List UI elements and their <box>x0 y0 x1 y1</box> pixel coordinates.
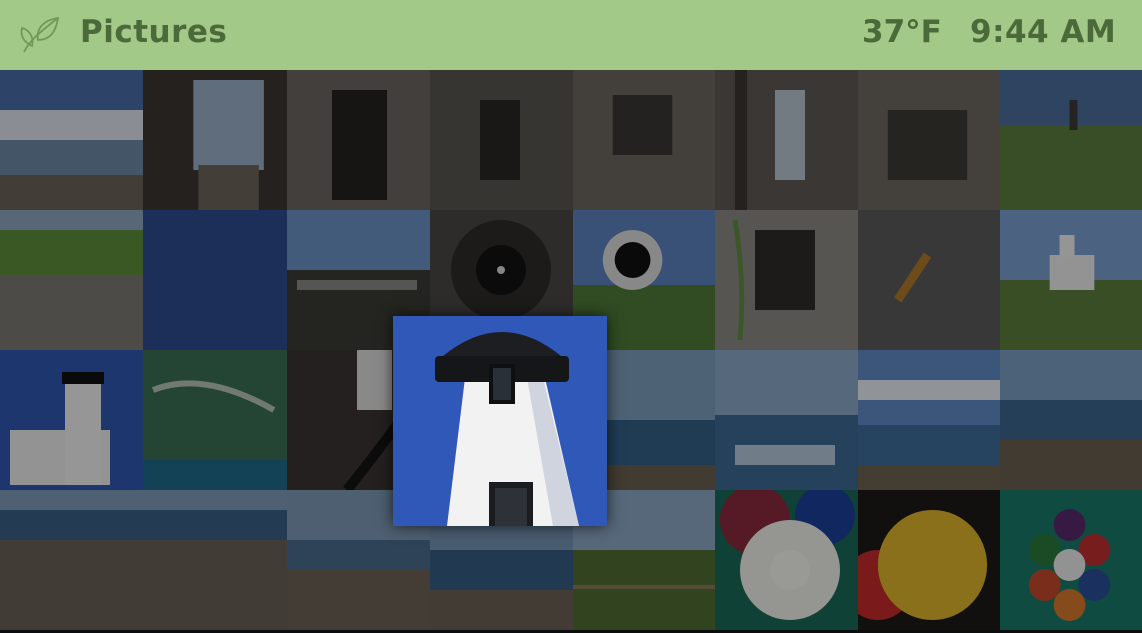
photo-tile-lighthouse-distant[interactable] <box>1000 210 1142 350</box>
photo-tile-vine-doorway[interactable] <box>715 210 858 350</box>
photo-tile-sea-clouds[interactable] <box>858 350 1000 490</box>
leaf-icon <box>20 16 60 53</box>
lighthouse-photo <box>393 316 607 526</box>
photo-tile-pillared-hallway[interactable] <box>715 70 858 210</box>
photo-tile-rocky-beach[interactable] <box>143 490 287 630</box>
photo-tile-bunker-room[interactable] <box>858 70 1000 210</box>
photo-tile-bunker-stairway[interactable] <box>287 70 430 210</box>
photo-tile-lighthouse-house[interactable] <box>0 350 143 490</box>
photo-tile-concrete-room[interactable] <box>573 70 715 210</box>
photo-tile-aerial-map[interactable] <box>143 350 287 490</box>
temperature-readout: 37°F <box>862 14 942 50</box>
photo-tile-rocky-beach[interactable] <box>0 490 143 630</box>
photo-tile-field-tower[interactable] <box>1000 70 1142 210</box>
photo-tile-focused[interactable] <box>393 316 607 526</box>
photo-tile-beach-rocks[interactable] <box>1000 350 1142 490</box>
photo-tile-shoreline-clouds[interactable] <box>0 70 143 210</box>
photo-tile-sea-sunlight[interactable] <box>715 350 858 490</box>
photo-tile-blue-sky[interactable] <box>143 210 287 350</box>
photo-tile-caterpillar-asphalt[interactable] <box>858 210 1000 350</box>
header-bar: Pictures 37°F 9:44 AM <box>0 0 1142 70</box>
photo-tile-billiard-yellow[interactable] <box>858 490 1000 630</box>
photo-tile-concrete-corridor[interactable] <box>430 70 573 210</box>
page-title: Pictures <box>80 14 228 50</box>
photo-tile-grass-lawn[interactable] <box>0 210 143 350</box>
photo-tile-billiard-9[interactable] <box>715 490 858 630</box>
photo-tile-billiard-rack[interactable] <box>1000 490 1142 630</box>
clock-readout: 9:44 AM <box>970 14 1117 50</box>
photo-tile-bunker-doorway[interactable] <box>143 70 287 210</box>
